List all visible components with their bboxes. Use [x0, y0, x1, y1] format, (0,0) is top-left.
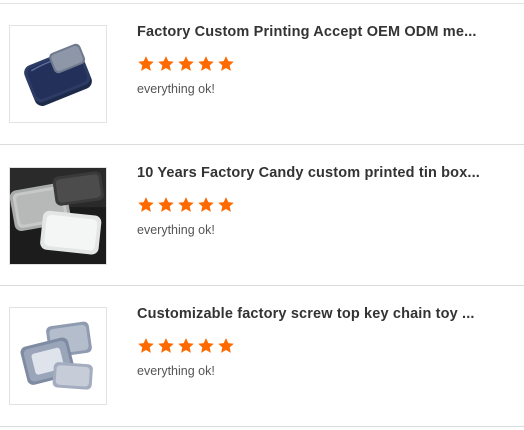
star-icon — [138, 338, 154, 353]
star-icon — [158, 56, 174, 71]
product-title-link[interactable]: Factory Custom Printing Accept OEM ODM m… — [137, 24, 487, 40]
silver-tin-boxes-image — [10, 168, 106, 264]
star-icon — [218, 197, 234, 212]
star-icon — [138, 197, 154, 212]
star-icon — [218, 338, 234, 353]
navy-tin-box-image — [10, 26, 106, 122]
product-title-link[interactable]: 10 Years Factory Candy custom printed ti… — [137, 165, 487, 181]
product-thumbnail[interactable] — [9, 307, 107, 405]
star-icon — [138, 56, 154, 71]
product-title-link[interactable]: Customizable factory screw top key chain… — [137, 306, 487, 322]
star-icon — [158, 197, 174, 212]
product-thumbnail[interactable] — [9, 167, 107, 265]
review-item: Customizable factory screw top key chain… — [0, 286, 524, 427]
star-icon — [178, 338, 194, 353]
star-icon — [198, 338, 214, 353]
window-tin-boxes-image — [10, 308, 106, 404]
star-icon — [198, 56, 214, 71]
star-rating — [137, 337, 235, 355]
review-comment: everything ok! — [137, 364, 215, 378]
star-icon — [158, 338, 174, 353]
star-icon — [198, 197, 214, 212]
product-thumbnail[interactable] — [9, 25, 107, 123]
star-rating — [137, 55, 235, 73]
star-icon — [178, 197, 194, 212]
review-item: Factory Custom Printing Accept OEM ODM m… — [0, 4, 524, 145]
review-list: Factory Custom Printing Accept OEM ODM m… — [0, 0, 524, 430]
star-icon — [178, 56, 194, 71]
review-item: 10 Years Factory Candy custom printed ti… — [0, 145, 524, 286]
review-comment: everything ok! — [137, 223, 215, 237]
star-icon — [218, 56, 234, 71]
star-rating — [137, 196, 235, 214]
review-comment: everything ok! — [137, 82, 215, 96]
